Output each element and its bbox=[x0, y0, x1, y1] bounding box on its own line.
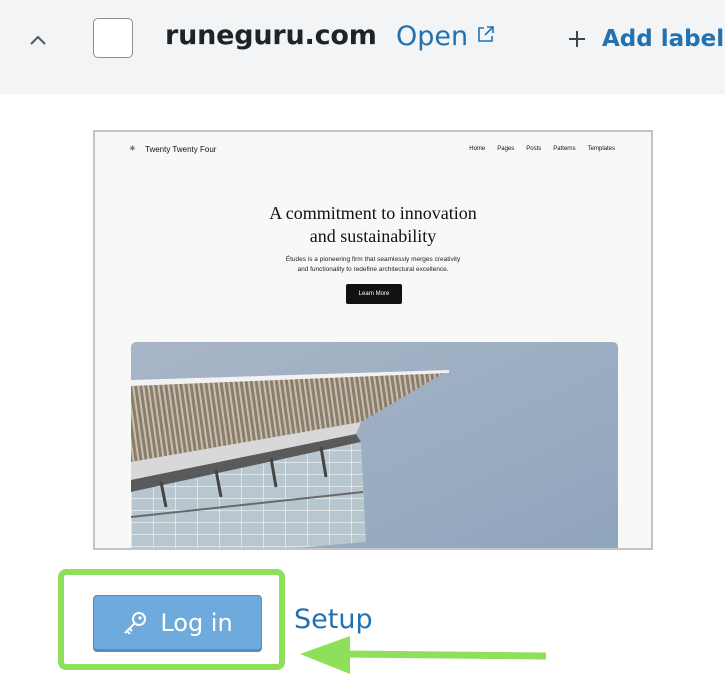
asterisk-logo-icon: ✳ bbox=[129, 144, 136, 153]
preview-hero-image bbox=[131, 342, 618, 548]
login-button[interactable]: Log in bbox=[93, 595, 262, 650]
preview-headline-line2: and sustainability bbox=[309, 226, 437, 246]
key-icon bbox=[124, 611, 147, 635]
site-select-checkbox[interactable] bbox=[93, 18, 133, 58]
preview-subtitle-line2: and functionality to redefine architectu… bbox=[297, 266, 449, 273]
preview-menu-pages: Pages bbox=[497, 146, 515, 152]
preview-menu-templates: Templates bbox=[587, 146, 615, 152]
preview-subtitle-line1: Études is a pioneering firm that seamles… bbox=[285, 256, 461, 263]
open-site-link[interactable]: Open bbox=[396, 21, 496, 52]
preview-cta-button: Learn More bbox=[346, 284, 402, 304]
preview-subtitle: Études is a pioneering firm that seamles… bbox=[95, 255, 651, 275]
preview-menu-home: Home bbox=[469, 146, 486, 152]
open-link-label: Open bbox=[396, 21, 469, 52]
arrow-left-icon bbox=[300, 636, 547, 674]
preview-menu-patterns: Patterns bbox=[553, 146, 576, 152]
add-label-text: Add label bbox=[602, 26, 725, 52]
site-name: runeguru.com bbox=[165, 20, 377, 51]
preview-headline: A commitment to innovation and sustainab… bbox=[95, 202, 651, 248]
preview-menu: Home Pages Posts Patterns Templates bbox=[469, 146, 615, 152]
external-link-icon bbox=[478, 25, 494, 42]
site-row-header: runeguru.com Open Add label bbox=[0, 0, 725, 94]
chevron-up-icon[interactable] bbox=[24, 26, 52, 54]
preview-nav: ✳ Twenty Twenty Four Home Pages Posts Pa… bbox=[95, 132, 651, 168]
preview-brand: Twenty Twenty Four bbox=[145, 145, 217, 154]
add-label-button[interactable]: Add label bbox=[566, 26, 724, 52]
plus-icon bbox=[569, 31, 585, 47]
preview-headline-line1: A commitment to innovation bbox=[269, 203, 477, 223]
site-preview-thumbnail[interactable]: ✳ Twenty Twenty Four Home Pages Posts Pa… bbox=[93, 130, 653, 550]
login-button-label: Log in bbox=[160, 608, 233, 637]
preview-menu-posts: Posts bbox=[526, 146, 542, 152]
